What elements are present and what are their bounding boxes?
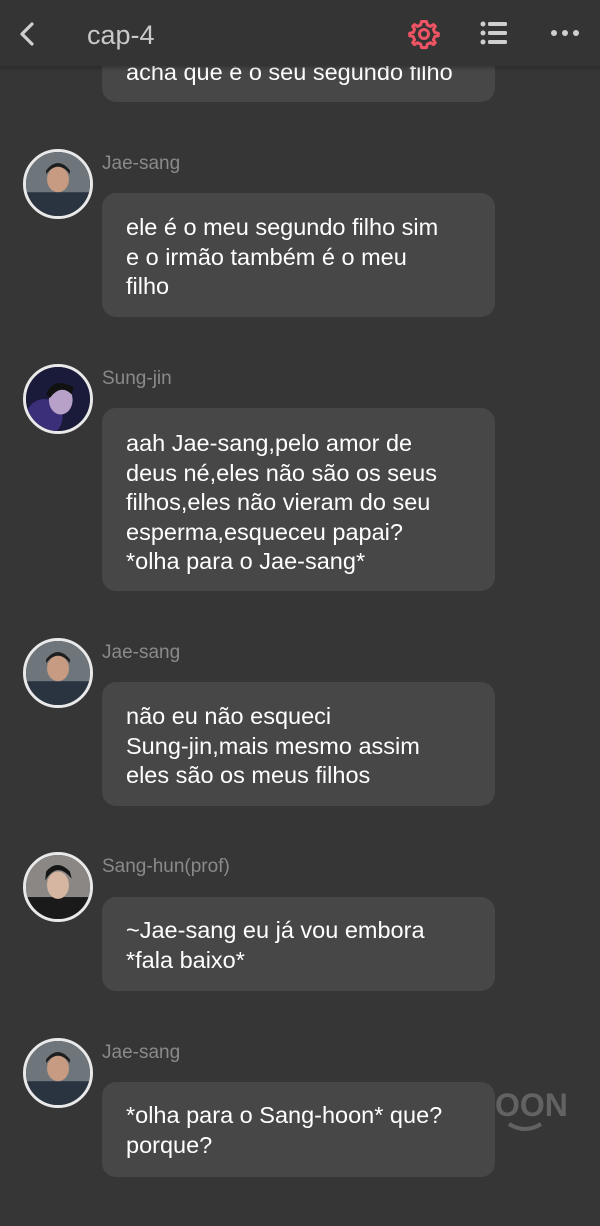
- sender-name: Jae-sang: [102, 153, 181, 174]
- chevron-left-icon[interactable]: [14, 16, 42, 52]
- message-text: *olha para o Sang-hoon* que? porque?: [126, 1102, 443, 1158]
- watermark-logo: OON: [495, 1087, 568, 1131]
- sender-name: Jae-sang: [102, 1042, 181, 1063]
- message-bubble: não eu não esqueci Sung-jin,mais mesmo a…: [102, 682, 495, 806]
- message-bubble: ~Jae-sang eu já vou embora *fala baixo*: [102, 897, 495, 991]
- sender-name: Jae-sang: [102, 642, 181, 663]
- sender-name: Sung-jin: [102, 368, 172, 389]
- top-app-bar: cap-4: [0, 0, 600, 66]
- watermark-text: OON: [495, 1087, 568, 1123]
- list-icon[interactable]: [480, 19, 508, 47]
- message-text: aah Jae-sang,pelo amor de deus né,eles n…: [126, 430, 437, 574]
- gear-icon[interactable]: [408, 18, 440, 50]
- avatar-sung-jin[interactable]: [23, 364, 93, 434]
- message-bubble: aah Jae-sang,pelo amor de deus né,eles n…: [102, 408, 495, 591]
- message-bubble: *olha para o Sang-hoon* que? porque?: [102, 1082, 495, 1177]
- message-text: ~Jae-sang eu já vou embora *fala baixo*: [126, 917, 425, 973]
- avatar-jae-sang[interactable]: [23, 149, 93, 219]
- message-bubble: ele é o meu segundo filho sim e o irmão …: [102, 193, 495, 317]
- sender-name: Sang-hun(prof): [102, 856, 230, 877]
- avatar-jae-sang[interactable]: [23, 638, 93, 708]
- avatar-jae-sang[interactable]: [23, 1038, 93, 1108]
- avatar-sang-hun[interactable]: [23, 852, 93, 922]
- message-text: ele é o meu segundo filho sim e o irmão …: [126, 214, 439, 299]
- more-horizontal-icon[interactable]: [550, 26, 580, 40]
- page-title: cap-4: [87, 20, 155, 50]
- message-text: não eu não esqueci Sung-jin,mais mesmo a…: [126, 703, 420, 788]
- chat-feed[interactable]: acha que é o seu segundo filho Jae-sang …: [0, 0, 600, 1226]
